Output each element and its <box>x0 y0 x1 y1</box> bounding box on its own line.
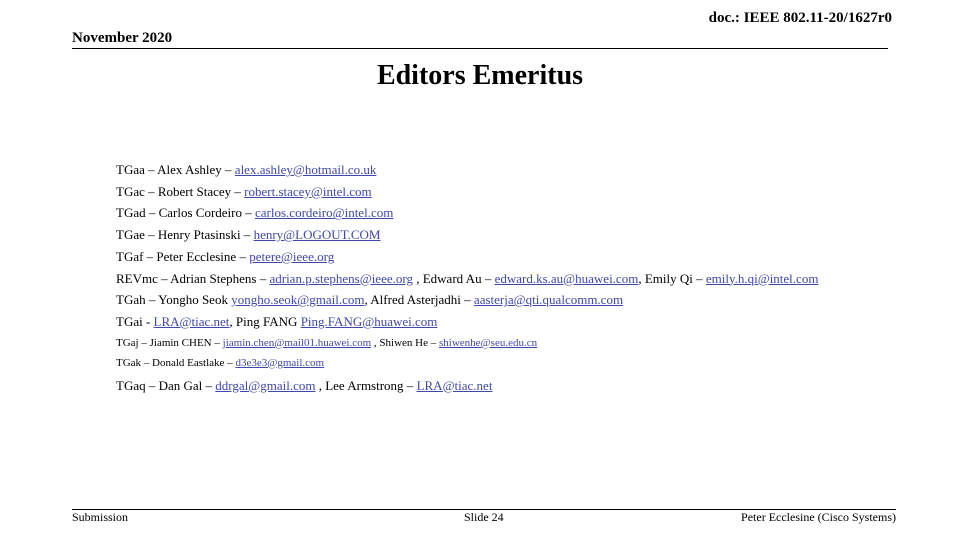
email-link[interactable]: aasterja@qti.qualcomm.com <box>474 292 623 307</box>
email-link[interactable]: LRA@tiac.net <box>154 314 230 329</box>
editor-text: , Alfred Asterjadhi – <box>364 292 474 308</box>
editor-text: TGac – Robert Stacey – <box>116 183 245 199</box>
editor-text: TGaq – Dan Gal – <box>116 377 216 393</box>
editor-text: REVmc – Adrian Stephens – <box>116 270 270 286</box>
editor-entry: TGad – Carlos Cordeiro – carlos.cordeiro… <box>116 202 818 224</box>
date: November 2020 <box>72 30 173 46</box>
footer-submission: Submission <box>72 510 129 524</box>
email-link[interactable]: d3e3e3@gmail.com <box>235 357 324 369</box>
email-link[interactable]: henry@LOGOUT.COM <box>254 227 381 242</box>
editor-text: , Ping FANG <box>229 313 301 329</box>
footer-slide-number: Slide 24 <box>464 510 504 524</box>
email-link[interactable]: petere@ieee.org <box>249 249 334 264</box>
email-link[interactable]: adrian.p.stephens@ieee.org <box>269 271 413 286</box>
editor-text: TGad – Carlos Cordeiro – <box>116 205 256 221</box>
editor-text: TGaj – Jiamin CHEN – <box>116 336 223 349</box>
editor-text: , Emily Qi – <box>638 270 706 286</box>
email-link[interactable]: carlos.cordeiro@intel.com <box>255 205 393 220</box>
email-link[interactable]: robert.stacey@intel.com <box>244 184 371 199</box>
email-link[interactable]: shiwenhe@seu.edu.cn <box>439 337 537 349</box>
editor-entry: TGaj – Jiamin CHEN – jiamin.chen@mail01.… <box>116 333 818 353</box>
email-link[interactable]: yongho.seok@gmail.com <box>231 292 364 307</box>
editor-entry: TGah – Yongho Seok yongho.seok@gmail.com… <box>116 289 818 311</box>
editor-entry: TGaq – Dan Gal – ddrgal@gmail.com , Lee … <box>116 375 818 397</box>
email-link[interactable]: ddrgal@gmail.com <box>215 378 315 393</box>
email-link[interactable]: LRA@tiac.net <box>417 378 493 393</box>
email-link[interactable]: emily.h.qi@intel.com <box>706 271 819 286</box>
page-title: Editors Emeritus <box>376 60 584 91</box>
editor-text: , Lee Armstrong – <box>315 377 417 393</box>
editor-text: TGah – Yongho Seok <box>116 292 232 308</box>
doc-id: doc.: IEEE 802.11-20/1627r0 <box>708 10 892 26</box>
editor-text: , Edward Au – <box>412 270 495 286</box>
editor-entry: TGai - LRA@tiac.net, Ping FANG Ping.FANG… <box>116 311 818 333</box>
email-link[interactable]: Ping.FANG@huawei.com <box>301 314 438 329</box>
email-link[interactable]: alex.ashley@hotmail.co.uk <box>235 162 377 177</box>
email-link[interactable]: jiamin.chen@mail01.huawei.com <box>223 337 372 349</box>
editor-text: TGae – Henry Ptasinski – <box>116 227 254 243</box>
editor-text: TGaa – Alex Ashley – <box>116 162 235 177</box>
editor-text: TGaf – Peter Ecclesine – <box>116 248 250 264</box>
editor-entry: TGac – Robert Stacey – robert.stacey@int… <box>116 181 818 203</box>
editor-text: TGai - <box>116 313 154 329</box>
editor-entry: TGaa – Alex Ashley – alex.ashley@hotmail… <box>116 159 818 181</box>
editor-text: TGak – Donald Eastlake – <box>116 356 236 369</box>
editor-entry: REVmc – Adrian Stephens – adrian.p.steph… <box>116 268 818 290</box>
editor-list: TGaa – Alex Ashley – alex.ashley@hotmail… <box>116 159 818 397</box>
header-rule <box>72 48 888 49</box>
email-link[interactable]: edward.ks.au@huawei.com <box>495 271 639 286</box>
editor-entry: TGae – Henry Ptasinski – henry@LOGOUT.CO… <box>116 224 818 246</box>
editor-entry: TGak – Donald Eastlake – d3e3e3@gmail.co… <box>116 353 818 373</box>
footer-author: Peter Ecclesine (Cisco Systems) <box>741 510 896 524</box>
editor-text: , Shiwen He – <box>371 336 439 349</box>
editor-entry: TGaf – Peter Ecclesine – petere@ieee.org <box>116 246 818 268</box>
